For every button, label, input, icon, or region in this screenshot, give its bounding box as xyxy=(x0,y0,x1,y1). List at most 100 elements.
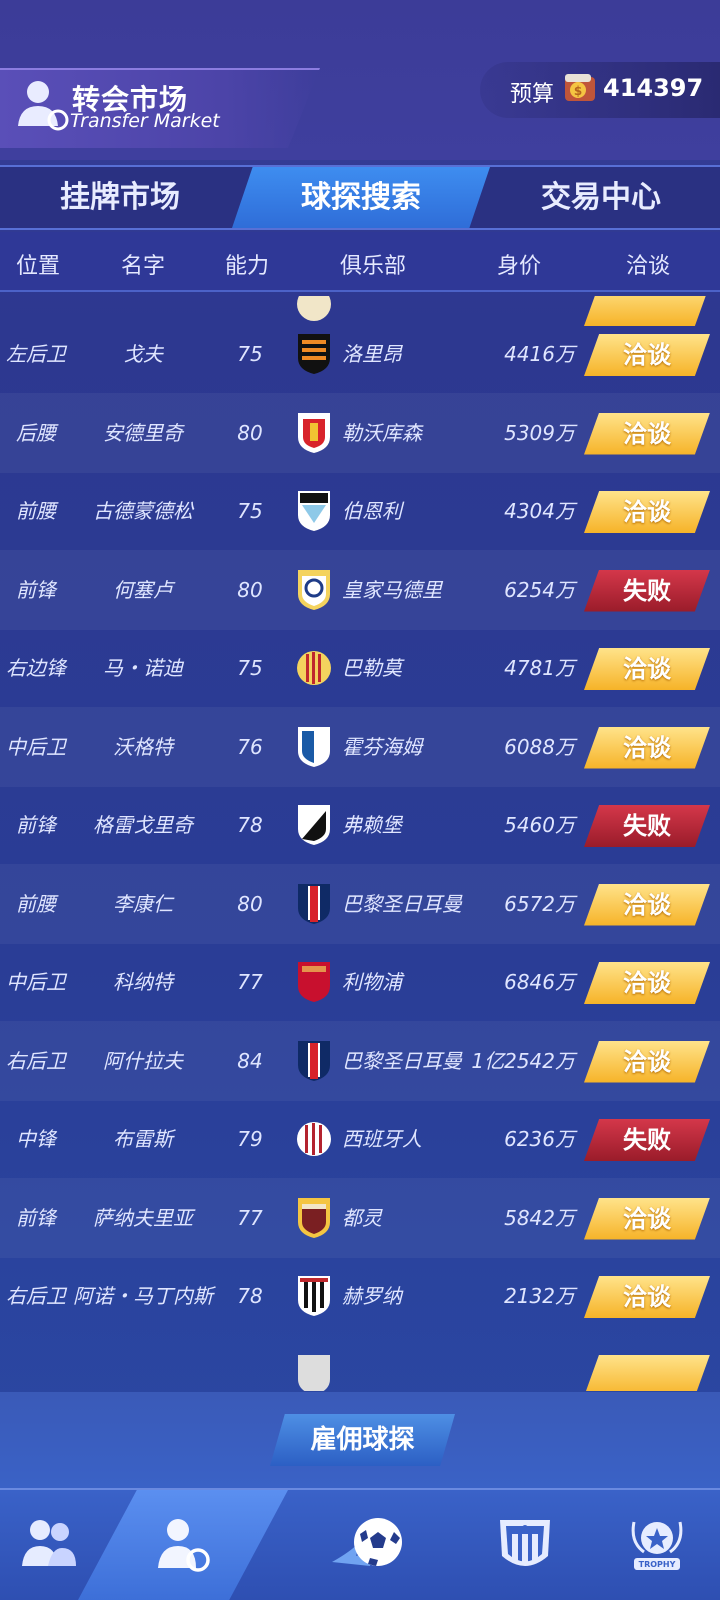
player-name: 格雷戈里奇 xyxy=(93,813,193,837)
table-row[interactable] xyxy=(0,1335,720,1391)
player-ability: 80 xyxy=(237,577,263,602)
table-row[interactable]: 前锋 格雷戈里奇 78 弗赖堡 5460万 失败 xyxy=(0,785,720,865)
player-club: 西班牙人 xyxy=(342,1127,422,1151)
table-row[interactable]: 右后卫 阿什拉夫 84 巴黎圣日耳曼 1亿2542万 洽谈 xyxy=(0,1020,720,1101)
football-icon xyxy=(332,1518,402,1566)
failed-badge: 失败 xyxy=(584,805,710,847)
player-name: 戈夫 xyxy=(123,342,163,366)
player-position: 前腰 xyxy=(16,499,56,523)
player-name: 何塞卢 xyxy=(113,577,173,602)
lorient-crest-icon xyxy=(298,334,330,374)
hire-area: 雇佣球探 xyxy=(0,1392,720,1488)
girona-crest-icon xyxy=(298,1276,330,1316)
negotiate-button[interactable] xyxy=(584,1354,710,1391)
club-crest-icon xyxy=(298,1354,330,1391)
player-ability: 76 xyxy=(237,734,263,759)
table-row[interactable]: 中后卫 科纳特 77 利物浦 6846万 洽谈 xyxy=(0,942,720,1022)
player-ability: 84 xyxy=(237,1048,263,1073)
player-position: 中锋 xyxy=(16,1127,56,1151)
real-madrid-crest-icon xyxy=(298,569,330,610)
col-club: 俱乐部 xyxy=(340,254,407,279)
failed-badge: 失败 xyxy=(584,569,710,612)
player-club: 利物浦 xyxy=(342,970,402,994)
player-position: 前腰 xyxy=(16,891,56,916)
table-row[interactable]: 中锋 布雷斯 79 西班牙人 6236万 失败 xyxy=(0,1099,720,1179)
trophy-icon: TROPHY xyxy=(631,1521,683,1570)
nav-squad[interactable] xyxy=(0,1490,90,1600)
negotiate-button[interactable]: 洽谈 xyxy=(584,883,710,926)
player-ability: 77 xyxy=(237,970,263,994)
espanyol-crest-icon xyxy=(297,1122,331,1156)
table-row[interactable]: 前腰 古德蒙德松 75 伯恩利 4304万 洽谈 xyxy=(0,471,720,551)
player-ability: 79 xyxy=(237,1127,263,1151)
nav-transfer[interactable] xyxy=(78,1490,288,1600)
tab-bar: 挂牌市场 球探搜索 交易中心 xyxy=(0,165,720,230)
player-club: 勒沃库森 xyxy=(342,420,422,445)
player-position: 右后卫 xyxy=(6,1048,66,1073)
player-club: 巴黎圣日耳曼 xyxy=(342,1048,462,1073)
freiburg-crest-icon xyxy=(298,805,330,845)
negotiate-button[interactable]: 洽谈 xyxy=(584,648,710,690)
player-name: 沃格特 xyxy=(113,734,173,759)
player-club: 皇家马德里 xyxy=(342,577,442,602)
negotiate-button[interactable]: 洽谈 xyxy=(584,334,710,376)
player-value: 6572万 xyxy=(504,891,575,916)
club-badge-icon xyxy=(500,1520,550,1566)
page-subtitle: Transfer Market xyxy=(70,110,220,132)
hire-scout-button[interactable]: 雇佣球探 xyxy=(270,1414,455,1466)
player-ability: 75 xyxy=(237,342,263,366)
player-value: 4781万 xyxy=(504,656,575,680)
table-row[interactable]: 中后卫 沃格特 76 霍芬海姆 6088万 洽谈 xyxy=(0,706,720,787)
nav-trophy[interactable]: TROPHY xyxy=(600,1490,720,1600)
negotiate-button[interactable]: 洽谈 xyxy=(584,412,710,455)
palermo-crest-icon xyxy=(297,651,331,685)
player-ability: 80 xyxy=(237,420,263,445)
negotiate-button[interactable]: 洽谈 xyxy=(584,1276,710,1318)
trophy-label: TROPHY xyxy=(639,1560,676,1569)
table-row[interactable]: 前腰 李康仁 80 巴黎圣日耳曼 6572万 洽谈 xyxy=(0,863,720,944)
player-name: 古德蒙德松 xyxy=(93,499,193,523)
table-row[interactable]: 右边锋 马・诺迪 75 巴勒莫 4781万 洽谈 xyxy=(0,628,720,708)
player-name: 萨纳夫里亚 xyxy=(93,1205,193,1230)
table-row[interactable]: 右后卫 阿诺・马丁内斯 78 赫罗纳 2132万 洽谈 xyxy=(0,1256,720,1336)
nav-club[interactable] xyxy=(460,1490,590,1600)
col-name: 名字 xyxy=(121,254,166,279)
negotiate-button[interactable]: 洽谈 xyxy=(584,491,710,533)
player-ability: 75 xyxy=(237,656,263,680)
burnley-crest-icon xyxy=(298,491,330,531)
bottom-nav: TROPHY xyxy=(0,1488,720,1600)
player-name: 阿诺・马丁内斯 xyxy=(73,1284,213,1308)
tab-scout-search[interactable]: 球探搜索 xyxy=(232,167,490,228)
player-ability: 78 xyxy=(237,813,263,837)
table-row[interactable]: 后腰 安德里奇 80 勒沃库森 5309万 洽谈 xyxy=(0,392,720,473)
player-ability: 80 xyxy=(237,891,263,916)
budget-value: 414397 xyxy=(603,74,704,102)
player-value: 2132万 xyxy=(504,1284,575,1308)
player-position: 左后卫 xyxy=(6,342,66,366)
player-position: 右后卫 xyxy=(6,1284,66,1308)
hoffenheim-crest-icon xyxy=(298,726,330,767)
negotiate-button[interactable]: 洽谈 xyxy=(584,1197,710,1240)
player-club: 伯恩利 xyxy=(342,499,402,523)
failed-badge: 失败 xyxy=(584,1119,710,1161)
nav-match[interactable] xyxy=(300,1490,440,1600)
tab-trade-center[interactable]: 交易中心 xyxy=(482,167,720,228)
player-ability: 77 xyxy=(237,1205,263,1230)
wallet-icon: $ xyxy=(565,74,595,101)
player-club: 都灵 xyxy=(342,1205,382,1230)
player-list[interactable]: 左后卫 戈夫 75 洛里昂 4416万 洽谈 后腰 安德里奇 80 勒沃库森 5309万 洽谈 前腰 古德… xyxy=(0,296,720,1391)
negotiate-button[interactable]: 洽谈 xyxy=(584,726,710,769)
negotiate-button[interactable]: 洽谈 xyxy=(584,1040,710,1083)
player-position: 前锋 xyxy=(16,1205,56,1230)
tab-listing-market[interactable]: 挂牌市场 xyxy=(0,167,240,228)
transfer-market-icon xyxy=(18,81,69,131)
table-row[interactable]: 前锋 萨纳夫里亚 77 都灵 5842万 洽谈 xyxy=(0,1177,720,1258)
player-club: 洛里昂 xyxy=(342,342,402,366)
budget-label: 预算 xyxy=(510,82,555,107)
negotiate-button[interactable]: 洽谈 xyxy=(584,962,710,1004)
transfer-icon xyxy=(158,1519,210,1572)
table-row[interactable]: 左后卫 戈夫 75 洛里昂 4416万 洽谈 xyxy=(0,314,720,394)
player-value: 5842万 xyxy=(504,1205,575,1230)
col-ability: 能力 xyxy=(225,254,270,279)
table-row[interactable]: 前锋 何塞卢 80 皇家马德里 6254万 失败 xyxy=(0,549,720,630)
